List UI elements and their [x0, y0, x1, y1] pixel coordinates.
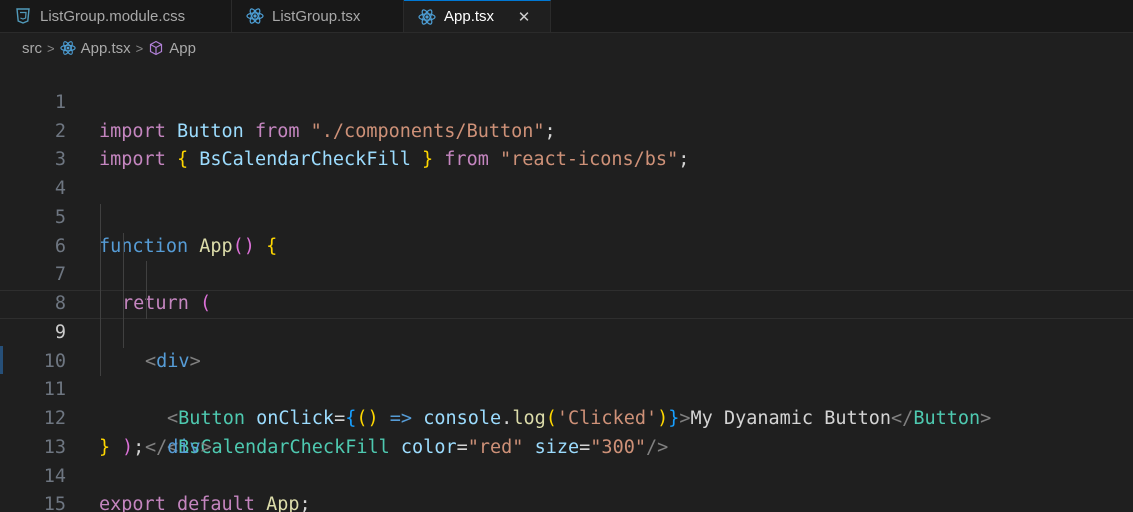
react-file-icon	[418, 8, 436, 26]
code-editor: ListGroup.module.css ListGroup.tsx App.t…	[0, 0, 1133, 512]
indent-guide	[100, 261, 101, 290]
close-icon[interactable]: ✕	[516, 8, 532, 26]
token-keyword: default	[176, 494, 255, 512]
tab-label: App.tsx	[444, 8, 495, 25]
code-line[interactable]: 10 </div>	[0, 318, 1133, 458]
breadcrumb-file[interactable]: App.tsx	[81, 40, 131, 57]
indent-guide	[146, 261, 147, 290]
code-line[interactable]: 1 import Button from "./components/Butto…	[0, 60, 1133, 142]
breadcrumb-folder[interactable]: src	[22, 40, 42, 57]
code-line[interactable]: 5 function App() {	[0, 175, 1133, 257]
indent-guide	[123, 290, 124, 319]
token-keyword: export	[99, 494, 166, 512]
code-line[interactable]: 13	[0, 405, 1133, 458]
code-line[interactable]: 2 import { BsCalendarCheckFill } from "r…	[0, 89, 1133, 171]
code-line-current[interactable]: 9 <BsCalendarCheckFill color="red" size=…	[0, 290, 1133, 458]
indent-guide	[100, 232, 101, 262]
indent-guide	[146, 290, 147, 319]
indent-guide	[100, 203, 101, 233]
symbol-component-icon	[148, 40, 164, 56]
code-line[interactable]: 12 }	[0, 376, 1133, 458]
line-content: export default App;	[99, 491, 311, 512]
css-file-icon	[14, 7, 32, 25]
code-line[interactable]: 4	[0, 146, 1133, 199]
react-file-icon	[59, 40, 76, 56]
chevron-right-icon: >	[47, 40, 55, 56]
indent-guide	[100, 290, 101, 319]
tab-label: ListGroup.tsx	[272, 7, 361, 25]
code-line[interactable]: 3	[0, 118, 1133, 170]
chevron-right-icon: >	[135, 40, 144, 56]
indent-guide	[123, 261, 124, 290]
code-line[interactable]: 14 export default App;	[0, 434, 1133, 512]
breadcrumb-symbol[interactable]: App	[169, 40, 196, 57]
code-area[interactable]: 1 import Button from "./components/Butto…	[0, 60, 1133, 512]
react-file-icon	[246, 7, 264, 25]
token-punct: ;	[299, 494, 311, 512]
tab-listgroup-tsx[interactable]: ListGroup.tsx	[232, 0, 404, 32]
indent-guide	[123, 232, 124, 262]
token-identifier: App	[266, 494, 300, 512]
indent-guide	[100, 347, 101, 377]
tab-bar: ListGroup.module.css ListGroup.tsx App.t…	[0, 0, 1133, 33]
code-line[interactable]: 15	[0, 463, 1133, 512]
tab-app-tsx[interactable]: App.tsx ✕	[404, 0, 551, 32]
indent-guide	[123, 318, 124, 348]
breadcrumb: src > App.tsx > App	[0, 33, 1133, 63]
code-line[interactable]: 7 <div>	[0, 232, 1133, 372]
code-line[interactable]: 8 <Button onClick={() => console.log('Cl…	[0, 261, 1133, 429]
line-number: 15	[43, 494, 66, 512]
code-line[interactable]: 11 );	[0, 347, 1133, 458]
indent-guide	[100, 318, 101, 348]
tab-listgroup-module-css[interactable]: ListGroup.module.css	[0, 0, 232, 32]
code-line[interactable]: 6 return (	[0, 203, 1133, 314]
tab-label: ListGroup.module.css	[40, 7, 186, 25]
